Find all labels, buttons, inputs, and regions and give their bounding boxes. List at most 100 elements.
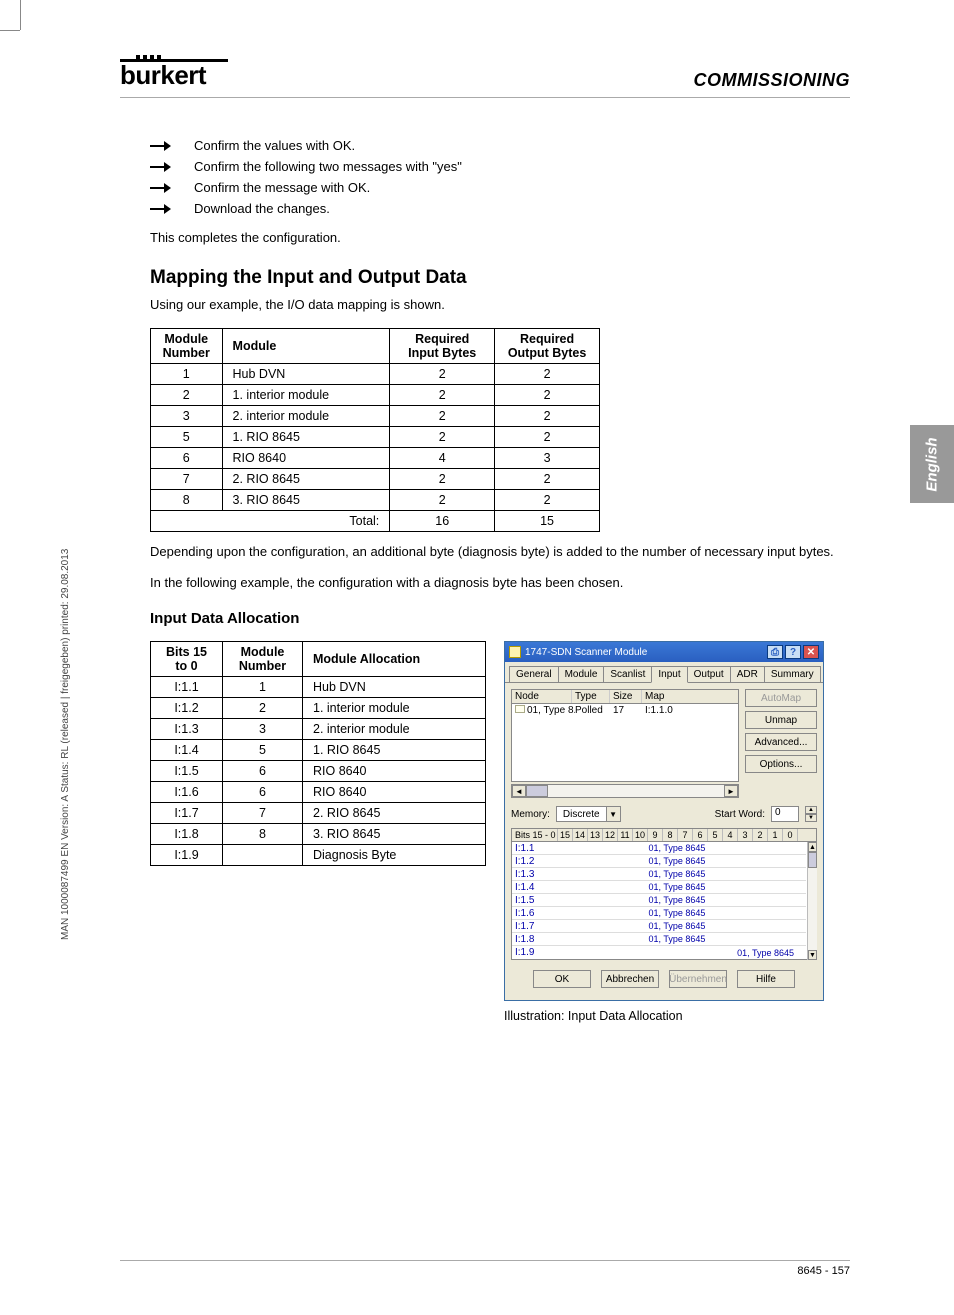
bit-col: 7 [678, 829, 693, 841]
tab-output[interactable]: Output [687, 666, 731, 682]
tab-scanlist[interactable]: Scanlist [603, 666, 652, 682]
scroll-thumb[interactable] [526, 785, 548, 797]
bits-body[interactable]: I:1.101, Type 8645I:1.201, Type 8645I:1.… [511, 842, 817, 960]
automap-button[interactable]: AutoMap [745, 689, 817, 707]
two-column-row: Bits 15 to 0 Module Number Module Alloca… [150, 641, 850, 1023]
bits-row[interactable]: I:1.101, Type 8645 [512, 842, 806, 855]
col-map: Map [642, 690, 692, 703]
startword-label: Start Word: [715, 809, 765, 820]
table-row: I:1.221. interior module [151, 698, 486, 719]
bits-row-value: 01, Type 8645 [558, 908, 796, 918]
window-title: 1747-SDN Scanner Module [525, 647, 647, 658]
tab-module[interactable]: Module [558, 666, 605, 682]
th-input-bytes: Required Input Bytes [390, 329, 495, 364]
startword-input[interactable]: 0 [771, 806, 799, 822]
arrow-icon [150, 138, 194, 152]
scroll-up-icon[interactable]: ▲ [808, 842, 817, 852]
col-type: Type [572, 690, 610, 703]
page-content: burkert COMMISSIONING Confirm the values… [120, 55, 850, 1023]
cancel-button[interactable]: Abbrechen [601, 970, 659, 988]
apply-button[interactable]: Übernehmen [669, 970, 727, 988]
tab-strip: GeneralModuleScanlistInputOutputADRSumma… [505, 662, 823, 683]
print-icon[interactable]: ⎙ [767, 645, 783, 659]
table-row: 83. RIO 864522 [151, 490, 600, 511]
bits-row-value: 01, Type 8645 [558, 895, 796, 905]
scroll-track[interactable] [526, 785, 724, 797]
col-node: Node [512, 690, 572, 703]
advanced-button[interactable]: Advanced... [745, 733, 817, 751]
bits-row[interactable]: I:1.401, Type 8645 [512, 881, 806, 894]
bits-row[interactable]: I:1.301, Type 8645 [512, 868, 806, 881]
bits-row[interactable]: I:1.501, Type 8645 [512, 894, 806, 907]
step-row: Confirm the following two messages with … [150, 159, 850, 174]
list-item[interactable]: 01, Type 8... Polled 17 I:1.1.0 [512, 704, 738, 717]
bits-row-value: 01, Type 8645 [558, 934, 796, 944]
window-icon [509, 646, 521, 658]
node-type: Polled [575, 705, 613, 716]
tab-adr[interactable]: ADR [730, 666, 765, 682]
crop-mark [0, 30, 20, 31]
node-list-header: Node Type Size Map [511, 689, 739, 704]
titlebar[interactable]: 1747-SDN Scanner Module ⎙ ? ✕ [505, 642, 823, 662]
bits-grid: Bits 15 - 01514131211109876543210 I:1.10… [511, 828, 817, 960]
v-scrollbar[interactable]: ▲ ▼ [807, 842, 817, 960]
spinner[interactable]: ▲ ▼ [805, 806, 817, 822]
bits-row-label: I:1.2 [512, 856, 558, 867]
bits-row-label: I:1.8 [512, 934, 558, 945]
intro-para: Using our example, the I/O data mapping … [150, 297, 850, 312]
th-mod-num: Module Number [223, 642, 303, 677]
help-icon[interactable]: ? [785, 645, 801, 659]
page-header: burkert COMMISSIONING [120, 55, 850, 98]
arrow-icon [150, 201, 194, 215]
table-row: I:1.451. RIO 8645 [151, 740, 486, 761]
spin-down-icon[interactable]: ▼ [805, 814, 817, 822]
close-icon[interactable]: ✕ [803, 645, 819, 659]
tab-input[interactable]: Input [651, 666, 687, 683]
bits-row-value: 01, Type 8645 [558, 948, 796, 958]
scroll-thumb[interactable] [808, 852, 817, 868]
tab-summary[interactable]: Summary [764, 666, 821, 682]
bit-col: 13 [588, 829, 603, 841]
bit-col: 10 [633, 829, 648, 841]
side-note: MAN 1000087499 EN Version: A Status: RL … [60, 440, 71, 940]
bits-row[interactable]: I:1.701, Type 8645 [512, 920, 806, 933]
th-bits: Bits 15 to 0 [151, 642, 223, 677]
tab-general[interactable]: General [509, 666, 559, 682]
bits-row-value: 01, Type 8645 [558, 843, 796, 853]
arrow-icon [150, 159, 194, 173]
chevron-down-icon[interactable]: ▼ [606, 807, 620, 821]
unmap-button[interactable]: Unmap [745, 711, 817, 729]
bits-row-label: I:1.5 [512, 895, 558, 906]
spin-up-icon[interactable]: ▲ [805, 806, 817, 814]
step-text: Confirm the following two messages with … [194, 159, 850, 174]
bit-col: 9 [648, 829, 663, 841]
node-list[interactable]: 01, Type 8... Polled 17 I:1.1.0 [511, 704, 739, 782]
table-row: I:1.9Diagnosis Byte [151, 845, 486, 866]
bits-row[interactable]: I:1.201, Type 8645 [512, 855, 806, 868]
scroll-right-icon[interactable]: ► [724, 785, 738, 797]
bits-row[interactable]: I:1.601, Type 8645 [512, 907, 806, 920]
bits-row-label: I:1.4 [512, 882, 558, 893]
bits-row[interactable]: I:1.901, Type 8645 [512, 946, 806, 959]
ok-button[interactable]: OK [533, 970, 591, 988]
options-button[interactable]: Options... [745, 755, 817, 773]
bits-row[interactable]: I:1.801, Type 8645 [512, 933, 806, 946]
h-scrollbar[interactable]: ◄ ► [511, 784, 739, 798]
arrow-icon [150, 180, 194, 194]
node-name: 01, Type 8... [527, 705, 575, 716]
memory-value: Discrete [557, 809, 606, 820]
step-row: Confirm the message with OK. [150, 180, 850, 195]
scroll-left-icon[interactable]: ◄ [512, 785, 526, 797]
bits-row-label: I:1.7 [512, 921, 558, 932]
bit-col: 12 [603, 829, 618, 841]
closing-para: This completes the configuration. [150, 230, 850, 245]
help-button[interactable]: Hilfe [737, 970, 795, 988]
step-row: Confirm the values with OK. [150, 138, 850, 153]
scroll-down-icon[interactable]: ▼ [808, 950, 817, 960]
th-mod-alloc: Module Allocation [303, 642, 486, 677]
bit-col: 3 [738, 829, 753, 841]
brand-text: burkert [120, 60, 228, 91]
memory-combo[interactable]: Discrete ▼ [556, 806, 621, 822]
step-row: Download the changes. [150, 201, 850, 216]
table-total-row: Total:1615 [151, 511, 600, 532]
